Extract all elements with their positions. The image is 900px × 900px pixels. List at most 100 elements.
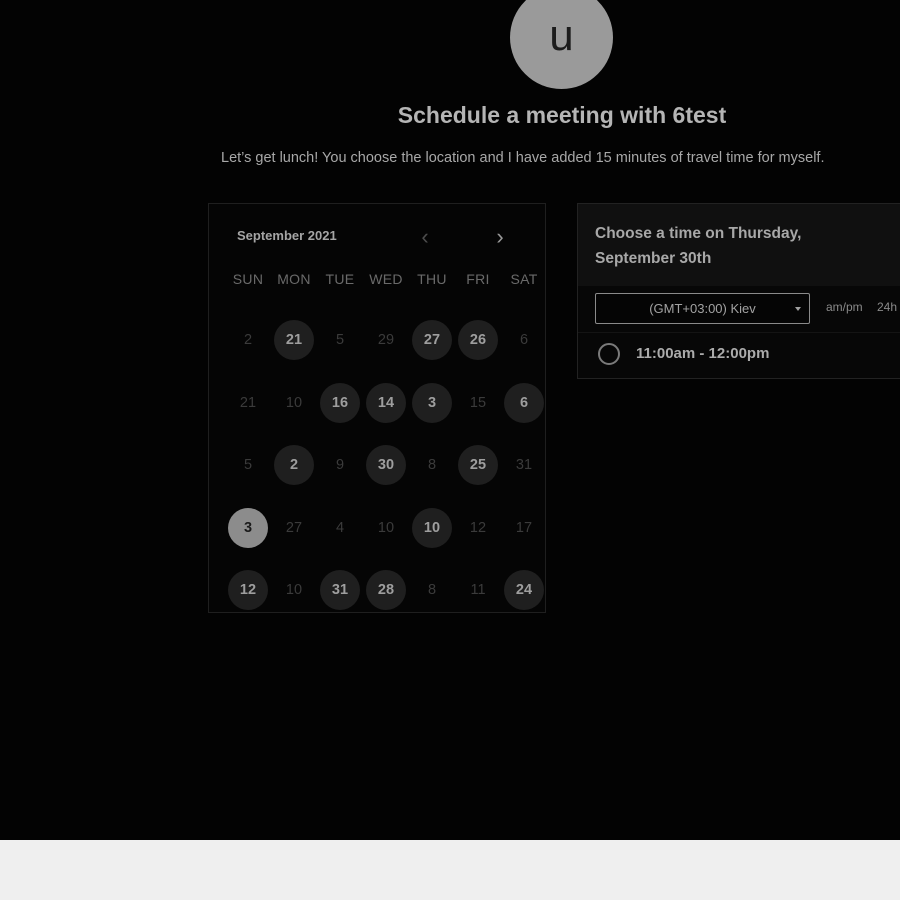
calendar-day-disabled: 6 [519, 332, 529, 349]
calendar-day-available[interactable]: 14 [366, 382, 406, 423]
calendar-day-cell: 27 [271, 497, 317, 560]
calendar-day-cell: 4 [317, 497, 363, 560]
calendar-day-available[interactable]: 26 [458, 320, 498, 361]
calendar-day-available[interactable]: 6 [504, 382, 544, 423]
calendar-day-cell: 31 [317, 559, 363, 622]
calendar-day-disabled: 2 [243, 332, 253, 349]
calendar-day-disabled: 21 [239, 394, 257, 411]
weekday-label: THU [417, 271, 447, 287]
calendar-day-disabled: 27 [285, 519, 303, 536]
calendar-day-cell: 10 [363, 497, 409, 560]
calendar-day-cell: 5 [225, 434, 271, 497]
calendar-day-cell: 26 [455, 309, 501, 372]
scheduling-page: u Schedule a meeting with 6test Let’s ge… [0, 0, 900, 840]
calendar-day-available[interactable]: 21 [274, 320, 314, 361]
caret-down-icon [795, 307, 801, 311]
divider [578, 332, 900, 333]
page-footer-area [0, 840, 900, 900]
calendar-day-available[interactable]: 16 [320, 382, 360, 423]
calendar-day-cell: 2 [225, 309, 271, 372]
calendar-day-selected[interactable]: 3 [228, 507, 268, 548]
meeting-description: Let’s get lunch! You choose the location… [221, 150, 825, 166]
calendar-day-disabled: 29 [377, 332, 395, 349]
time-panel-header: Choose a time on Thursday, September 30t… [578, 204, 900, 286]
calendar-day-cell: 29 [363, 309, 409, 372]
calendar-day-cell: 3 [225, 497, 271, 560]
calendar-day-disabled: 5 [243, 457, 253, 474]
calendar-day-available[interactable]: 3 [412, 382, 452, 423]
calendar-day-cell: 30 [363, 434, 409, 497]
host-avatar: u [510, 0, 613, 89]
weekday-label: FRI [466, 271, 490, 287]
calendar-day-disabled: 17 [515, 519, 533, 536]
page-title: Schedule a meeting with 6test [397, 102, 727, 128]
calendar-day-available[interactable]: 2 [274, 445, 314, 486]
weekday-label: SAT [510, 271, 538, 287]
calendar-day-cell: 8 [409, 434, 455, 497]
timezone-select[interactable]: (GMT+03:00) Kiev [595, 293, 810, 324]
timezone-value: (GMT+03:00) Kiev [649, 301, 756, 316]
calendar-day-disabled: 8 [427, 457, 437, 474]
calendar-day-disabled: 10 [377, 519, 395, 536]
weekday-header-row: SUN MON TUE WED THU FRI SAT [225, 271, 547, 287]
calendar-day-cell: 2 [271, 434, 317, 497]
calendar-day-disabled: 8 [427, 582, 437, 599]
calendar-day-available[interactable]: 31 [320, 570, 360, 611]
calendar-day-cell: 5 [317, 309, 363, 372]
weekday-label: TUE [325, 271, 355, 287]
chevron-right-icon[interactable]: › [489, 224, 511, 250]
calendar-day-cell: 31 [501, 434, 547, 497]
calendar-day-disabled: 15 [469, 394, 487, 411]
calendar-month-label: September 2021 [237, 228, 337, 243]
calendar-day-cell: 12 [225, 559, 271, 622]
calendar-day-available[interactable]: 25 [458, 445, 498, 486]
calendar-day-cell: 21 [271, 309, 317, 372]
ampm-format-toggle[interactable]: am/pm [826, 300, 863, 314]
calendar-day-cell: 17 [501, 497, 547, 560]
calendar-day-cell: 12 [455, 497, 501, 560]
calendar-day-available[interactable]: 30 [366, 445, 406, 486]
radio-button[interactable] [598, 343, 620, 365]
calendar-day-available[interactable]: 27 [412, 320, 452, 361]
calendar-day-cell: 6 [501, 309, 547, 372]
calendar-day-disabled: 11 [470, 582, 486, 599]
calendar-day-disabled: 12 [469, 519, 487, 536]
weekday-label: SUN [232, 271, 264, 287]
calendar-day-cell: 8 [409, 559, 455, 622]
calendar-day-cell: 14 [363, 372, 409, 435]
calendar-day-cell: 3 [409, 372, 455, 435]
weekday-label: MON [277, 271, 311, 287]
calendar-day-available[interactable]: 28 [366, 570, 406, 611]
calendar-day-cell: 21 [225, 372, 271, 435]
calendar-day-cell: 10 [271, 372, 317, 435]
calendar-day-available[interactable]: 12 [228, 570, 268, 611]
time-slot-option[interactable]: 11:00am - 12:00pm [598, 343, 898, 369]
calendar-day-cell: 25 [455, 434, 501, 497]
calendar-day-available[interactable]: 24 [504, 570, 544, 611]
calendar-day-disabled: 4 [335, 519, 345, 536]
calendar-day-cell: 28 [363, 559, 409, 622]
calendar-days-grid: 2 21 5 29 27 26 6 21 10 16 14 3 15 6 5 2 9 30 8 25 31 3 27 4 10 1… [225, 309, 547, 622]
date-picker-calendar: September 2021 ‹ › SUN MON TUE WED THU F… [208, 203, 546, 613]
calendar-day-cell: 15 [455, 372, 501, 435]
calendar-day-available[interactable]: 10 [412, 507, 452, 548]
calendar-day-disabled: 5 [335, 332, 345, 349]
calendar-day-cell: 10 [271, 559, 317, 622]
calendar-day-cell: 6 [501, 372, 547, 435]
time-slot-panel: Choose a time on Thursday, September 30t… [577, 203, 900, 379]
calendar-day-disabled: 9 [335, 457, 345, 474]
selected-date-heading: Choose a time on Thursday, September 30t… [595, 225, 802, 267]
24h-format-toggle[interactable]: 24h [877, 300, 897, 314]
calendar-day-cell: 11 [455, 559, 501, 622]
calendar-day-cell: 9 [317, 434, 363, 497]
calendar-day-cell: 24 [501, 559, 547, 622]
calendar-day-cell: 16 [317, 372, 363, 435]
calendar-day-disabled: 31 [515, 457, 533, 474]
time-slot-label: 11:00am - 12:00pm [636, 345, 770, 362]
weekday-label: WED [369, 271, 403, 287]
calendar-day-disabled: 10 [285, 582, 303, 599]
calendar-day-cell: 27 [409, 309, 455, 372]
calendar-day-cell: 10 [409, 497, 455, 560]
chevron-left-icon[interactable]: ‹ [414, 224, 436, 250]
calendar-day-disabled: 10 [285, 394, 303, 411]
